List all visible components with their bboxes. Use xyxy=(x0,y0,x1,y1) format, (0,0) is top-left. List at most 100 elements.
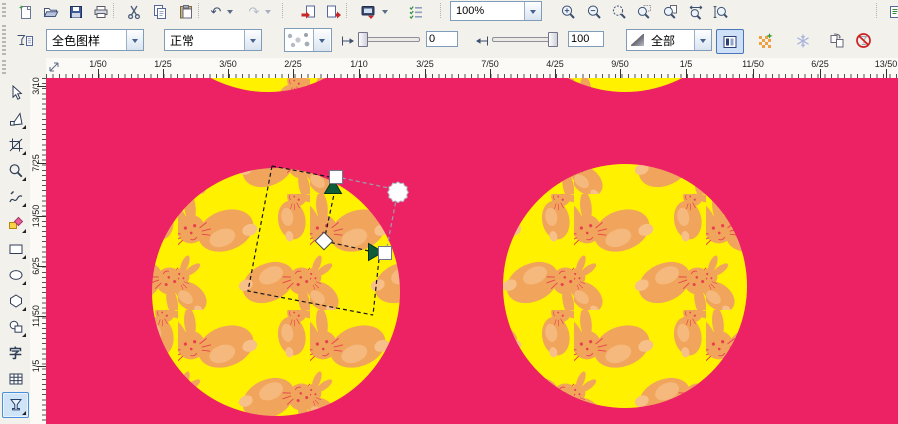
zoom-to-width-button[interactable] xyxy=(684,1,708,22)
flyout-indicator xyxy=(22,281,26,285)
transparency-target-arrow[interactable] xyxy=(694,30,711,50)
tool-smart-fill[interactable] xyxy=(2,210,29,236)
cut-scissors-icon xyxy=(128,5,140,19)
save-button[interactable] xyxy=(64,1,88,22)
zoom-out-button[interactable] xyxy=(582,1,606,22)
right-square-handle[interactable] xyxy=(378,246,392,260)
h-ruler-label: 3/50 xyxy=(219,59,237,69)
tool-ellipse[interactable] xyxy=(2,262,29,288)
pattern-circle-left-selected[interactable] xyxy=(152,168,400,416)
pattern-picker-combo[interactable] xyxy=(284,28,332,52)
zoom-to-page-button[interactable] xyxy=(658,1,682,22)
tool-shape[interactable] xyxy=(2,106,29,132)
export-button[interactable] xyxy=(322,1,346,22)
h-ruler-major-tick xyxy=(490,69,491,78)
tool-text[interactable]: 字 xyxy=(2,340,29,366)
canvas-artwork xyxy=(46,78,898,424)
toolbar-grip[interactable] xyxy=(2,3,6,19)
start-transparency-slider[interactable] xyxy=(358,32,420,47)
end-transparency-slider[interactable] xyxy=(492,32,558,47)
flyout-indicator xyxy=(22,229,26,233)
text-tool-icon: 字 xyxy=(8,345,22,361)
end-transparency-marker xyxy=(472,30,492,51)
save-icon xyxy=(70,5,82,18)
bitmap-pattern-button[interactable] xyxy=(752,30,778,51)
tool-basic-shapes[interactable] xyxy=(2,314,29,340)
freeze-transparency-button[interactable] xyxy=(790,30,816,51)
drawing-canvas[interactable] xyxy=(46,78,898,424)
undo-flyout-button[interactable] xyxy=(225,8,234,16)
application-launcher-flyout[interactable] xyxy=(380,8,389,16)
undo-button[interactable]: ↶ xyxy=(206,1,226,22)
tool-freehand[interactable] xyxy=(2,184,29,210)
zoom-to-height-button[interactable] xyxy=(708,1,732,22)
toolbar-separator xyxy=(113,3,115,18)
zoom-level-input[interactable] xyxy=(451,4,524,18)
transparency-target-combo[interactable]: 全部 xyxy=(626,29,712,51)
redo-flyout-button[interactable] xyxy=(263,8,272,16)
v-ruler-major-tick xyxy=(37,216,46,217)
toolbar-separator xyxy=(346,3,348,18)
start-transparency-input[interactable] xyxy=(426,31,458,47)
undo-icon: ↶ xyxy=(210,4,222,19)
vertical-ruler[interactable]: 3/10 7/25 13/50 6/25 11/50 1/5 xyxy=(30,77,47,424)
tool-partial-bottom[interactable] xyxy=(2,418,29,424)
zoom-in-button[interactable] xyxy=(556,1,580,22)
transparency-operation-arrow[interactable] xyxy=(244,30,261,50)
h-ruler-label: 2/25 xyxy=(284,59,302,69)
pattern-circle-right[interactable] xyxy=(503,164,747,408)
v-ruler-major-tick xyxy=(37,316,46,317)
redo-button[interactable]: ↷ xyxy=(244,1,264,22)
application-launcher-icon xyxy=(361,5,375,19)
application-launcher-button[interactable] xyxy=(356,1,380,22)
transparency-type-arrow[interactable] xyxy=(126,30,143,50)
h-ruler-label: 1/10 xyxy=(350,59,368,69)
no-transparency-icon xyxy=(855,33,871,48)
tool-crop[interactable] xyxy=(2,132,29,158)
paste-button[interactable] xyxy=(174,1,198,22)
edit-transparency-dialog-icon xyxy=(17,34,33,46)
zoom-to-height-icon xyxy=(713,5,728,18)
edit-transparency-toggle-button[interactable] xyxy=(716,29,744,54)
print-button[interactable] xyxy=(89,1,113,22)
flyout-indicator xyxy=(22,177,26,181)
tool-pick[interactable] xyxy=(2,80,29,106)
h-ruler-major-tick xyxy=(886,69,887,78)
h-ruler-major-tick xyxy=(686,69,687,78)
zoom-out-icon xyxy=(587,5,601,19)
no-transparency-button[interactable] xyxy=(850,30,876,51)
copy-button[interactable] xyxy=(148,1,172,22)
import-button[interactable] xyxy=(296,1,320,22)
tool-interactive-transparency[interactable] xyxy=(2,392,29,418)
slider-thumb[interactable] xyxy=(548,32,558,47)
options-checklist-button[interactable] xyxy=(404,1,428,22)
zoom-level-combo[interactable] xyxy=(450,1,542,21)
tool-polygon[interactable] xyxy=(2,288,29,314)
caret-down-icon xyxy=(530,9,536,17)
property-bar-grip[interactable] xyxy=(2,25,6,55)
open-button[interactable] xyxy=(39,1,63,22)
end-transparency-input[interactable] xyxy=(568,31,604,47)
toolbox-grip[interactable] xyxy=(2,60,6,76)
cut-button[interactable] xyxy=(122,1,146,22)
copy-transparency-properties-button[interactable] xyxy=(824,30,850,51)
zoom-to-selection-button[interactable] xyxy=(632,1,656,22)
top-square-handle[interactable] xyxy=(329,170,343,184)
transparency-type-combo[interactable]: 全色图样 xyxy=(46,29,144,51)
zoom-in-icon xyxy=(561,5,575,19)
zoom-marquee-button[interactable] xyxy=(607,1,631,22)
tool-zoom[interactable] xyxy=(2,158,29,184)
horizontal-ruler[interactable]: 1/50 1/25 3/50 2/25 1/10 3/25 7/50 4/25 9/50 1/5 1… xyxy=(46,58,898,79)
flyout-indicator xyxy=(22,151,26,155)
edit-transparency-dialog-button[interactable] xyxy=(12,30,38,51)
tool-table[interactable] xyxy=(2,366,29,392)
partial-right-toolbar-button[interactable] xyxy=(884,1,898,22)
tool-rectangle[interactable] xyxy=(2,236,29,262)
new-document-button[interactable] xyxy=(14,1,38,22)
slider-thumb[interactable] xyxy=(358,32,368,47)
ruler-origin-icon[interactable] xyxy=(47,60,61,74)
pattern-picker-arrow[interactable] xyxy=(313,29,330,51)
zoom-combo-arrow-button[interactable] xyxy=(524,2,541,20)
transparency-operation-combo[interactable]: 正常 xyxy=(164,29,262,51)
h-ruler-label: 9/50 xyxy=(611,59,629,69)
